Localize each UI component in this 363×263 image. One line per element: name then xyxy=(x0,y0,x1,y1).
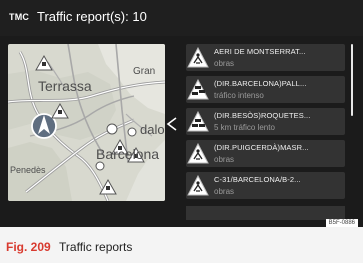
traffic-map[interactable]: Terrassa Gran Barcelona Penedès dalo xyxy=(8,44,165,201)
traffic-jam-icon xyxy=(187,78,209,100)
scrollbar[interactable] xyxy=(351,44,353,116)
report-title: (DIR.PUIGCERDÀ)MASR... xyxy=(214,143,309,152)
navigation-screen: TMC Traffic report(s): 10 Terrassa Gran … xyxy=(0,0,363,227)
map-label-penedes: Penedès xyxy=(10,165,46,175)
map-waypoint-marker[interactable] xyxy=(127,127,137,137)
report-detail: tráfico intenso xyxy=(214,91,264,100)
figure-caption: Fig. 209 Traffic reports xyxy=(6,240,132,254)
roadworks-icon xyxy=(187,142,209,164)
map-waypoint-marker[interactable] xyxy=(106,123,118,135)
report-detail: obras xyxy=(214,155,235,164)
roadworks-icon xyxy=(187,174,209,196)
map-traffic-marker-a[interactable] xyxy=(35,54,53,71)
map-waypoint-marker[interactable] xyxy=(95,161,105,171)
report-title: (DIR.BARCELONA)PALL... xyxy=(214,79,307,88)
figure-number: Fig. 209 xyxy=(6,240,51,254)
report-detail: 5 km tráfico lento xyxy=(214,123,275,132)
traffic-report-item[interactable]: AERI DE MONTSERRAT... obras xyxy=(186,44,345,71)
figure-code: B5F-0886 xyxy=(325,219,358,227)
report-detail: obras xyxy=(214,187,235,196)
slow-traffic-icon xyxy=(187,110,209,132)
report-title: C-31/BARCELONA/B-2... xyxy=(214,175,301,184)
status-header: TMC Traffic report(s): 10 xyxy=(0,0,363,36)
report-title: (DIR.BESÒS)ROQUETES... xyxy=(214,111,311,120)
collapse-map-arrow-icon[interactable] xyxy=(166,117,178,131)
map-label-terrassa: Terrassa xyxy=(38,78,92,94)
map-label-barcelona: Barcelona xyxy=(96,146,160,162)
traffic-report-item[interactable]: (DIR.BESÒS)ROQUETES... 5 km tráfico lent… xyxy=(186,108,345,135)
figure-caption-text: Traffic reports xyxy=(59,240,133,254)
report-title: AERI DE MONTSERRAT... xyxy=(214,47,306,56)
tmc-label: TMC xyxy=(9,12,30,22)
roadworks-icon xyxy=(187,46,209,68)
traffic-report-item[interactable]: C-31/BARCELONA/B-2... obras xyxy=(186,172,345,199)
report-detail: obras xyxy=(214,59,235,68)
page-title: Traffic report(s): 10 xyxy=(37,9,147,24)
traffic-report-item[interactable]: (DIR.PUIGCERDÀ)MASR... obras xyxy=(186,140,345,167)
traffic-report-item-partial[interactable] xyxy=(186,206,345,220)
map-label-gran: Gran xyxy=(133,66,156,77)
map-label-dalo: dalo xyxy=(140,122,165,137)
traffic-report-item[interactable]: (DIR.BARCELONA)PALL... tráfico intenso xyxy=(186,76,345,103)
